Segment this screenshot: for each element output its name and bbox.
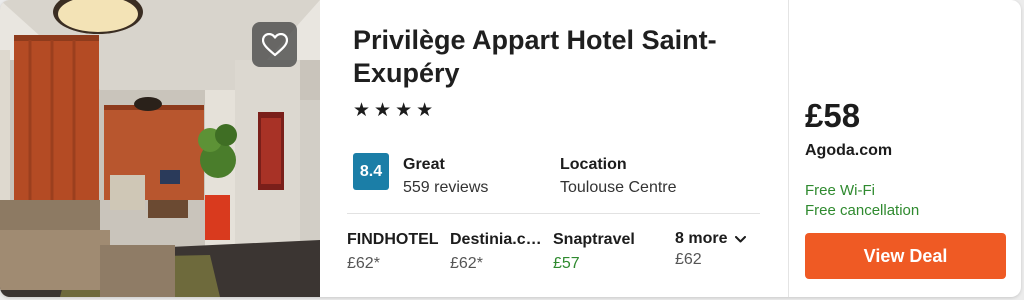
offer-snaptravel[interactable]: Snaptravel £57 bbox=[553, 230, 649, 273]
star-icon: ★ bbox=[416, 99, 434, 121]
deal-provider: Agoda.com bbox=[805, 142, 893, 159]
amenity-free-cancellation: Free cancellation bbox=[805, 202, 920, 219]
more-offers-price: £62 bbox=[675, 251, 702, 268]
favorite-button[interactable] bbox=[252, 22, 297, 67]
star-icon: ★ bbox=[353, 99, 371, 121]
location-label: Location bbox=[560, 156, 627, 173]
heart-outline-icon bbox=[261, 32, 288, 56]
amenity-free-wifi: Free Wi-Fi bbox=[805, 182, 875, 199]
star-icon: ★ bbox=[374, 99, 392, 121]
star-rating: ★ ★ ★ ★ bbox=[353, 99, 433, 121]
chevron-down-icon bbox=[735, 235, 747, 242]
more-offers-button[interactable]: 8 more bbox=[675, 230, 747, 248]
deal-price: £58 bbox=[805, 97, 861, 134]
star-icon: ★ bbox=[395, 99, 413, 121]
offer-findhotel[interactable]: FINDHOTEL £62* bbox=[347, 230, 443, 273]
rating-label: Great bbox=[403, 156, 445, 173]
hotel-card: Privilège Appart Hotel Saint-Exupéry ★ ★ ★… bbox=[0, 0, 1021, 297]
offer-price: £57 bbox=[553, 255, 580, 272]
offer-price: £62* bbox=[347, 255, 380, 272]
location-value: Toulouse Centre bbox=[560, 179, 677, 196]
view-deal-button[interactable]: View Deal bbox=[805, 233, 1006, 279]
hotel-info: Privilège Appart Hotel Saint-Exupéry ★ ★ ★… bbox=[320, 0, 788, 297]
review-count[interactable]: 559 reviews bbox=[403, 179, 488, 197]
hotel-photo[interactable] bbox=[0, 0, 320, 297]
hotel-name[interactable]: Privilège Appart Hotel Saint-Exupéry bbox=[353, 24, 763, 90]
offer-provider-name: FINDHOTEL bbox=[347, 231, 439, 248]
offer-price: £62* bbox=[450, 255, 483, 272]
rating-score-badge: 8.4 bbox=[353, 153, 389, 190]
deal-panel: £58 Agoda.com Free Wi-Fi Free cancellati… bbox=[789, 0, 1021, 297]
section-divider bbox=[347, 213, 760, 214]
more-offers-label: 8 more bbox=[675, 230, 728, 247]
offer-destinia[interactable]: Destinia.com £62* bbox=[450, 230, 546, 273]
offer-provider-name: Snaptravel bbox=[553, 231, 635, 248]
offer-provider-name: Destinia.com bbox=[450, 231, 546, 248]
